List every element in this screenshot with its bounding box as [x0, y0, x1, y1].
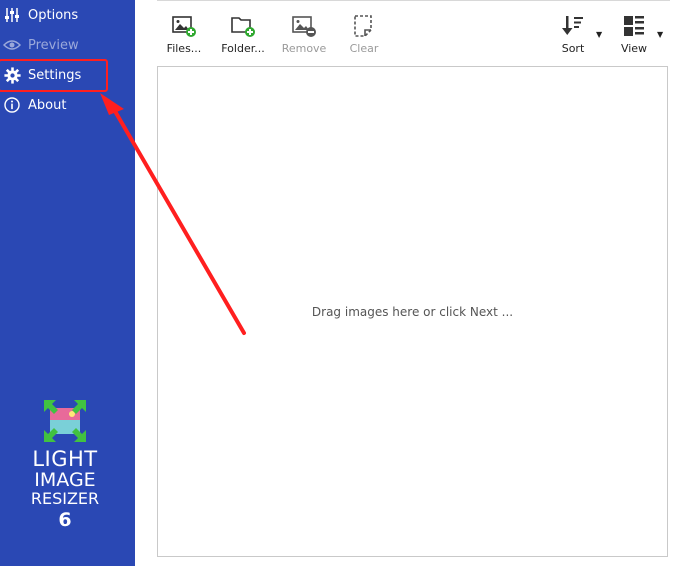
view-label: View [620, 42, 648, 55]
add-image-icon [171, 12, 197, 38]
sidebar-item-about[interactable]: About [0, 92, 135, 118]
folder-label: Folder... [221, 42, 265, 55]
view-dropdown-caret[interactable]: ▼ [657, 30, 663, 39]
view-list-icon [622, 12, 646, 38]
gear-icon [2, 65, 22, 85]
logo-text-image: IMAGE [34, 469, 96, 491]
resize-logo-icon [44, 400, 86, 442]
add-folder-icon [230, 12, 256, 38]
sidebar-item-preview[interactable]: Preview [0, 32, 135, 58]
sidebar: Options Preview Settings About LIGHT IMA… [0, 0, 135, 566]
sort-icon [561, 12, 585, 38]
sliders-icon [2, 5, 22, 25]
sidebar-item-label: Preview [28, 37, 79, 53]
sidebar-item-label: Settings [28, 67, 82, 83]
sidebar-item-options[interactable]: Options [0, 2, 135, 28]
files-label: Files... [166, 42, 202, 55]
app-logo: LIGHT IMAGE RESIZER 6 [0, 398, 130, 532]
info-icon [2, 95, 22, 115]
remove-image-icon [291, 12, 317, 38]
sort-label: Sort [561, 42, 585, 55]
clear-button[interactable]: Clear [346, 12, 382, 58]
sidebar-item-settings[interactable]: Settings [0, 62, 135, 88]
sidebar-item-label: About [28, 97, 67, 113]
clear-icon [353, 12, 375, 38]
eye-icon [2, 35, 22, 55]
logo-text-resizer: RESIZER [30, 489, 100, 508]
sort-dropdown-caret[interactable]: ▼ [596, 30, 602, 39]
logo-text-version: 6 [58, 509, 72, 531]
add-folder-button[interactable]: Folder... [220, 12, 266, 58]
view-button[interactable]: View [620, 12, 648, 58]
add-files-button[interactable]: Files... [164, 12, 204, 58]
sidebar-item-label: Options [28, 7, 79, 23]
clear-label: Clear [349, 42, 379, 55]
remove-button[interactable]: Remove [282, 12, 326, 58]
image-drop-area[interactable]: Drag images here or click Next ... [157, 66, 668, 557]
drop-hint-text: Drag images here or click Next ... [311, 305, 514, 319]
sort-button[interactable]: Sort [558, 12, 588, 58]
remove-label: Remove [281, 42, 327, 55]
logo-text-light: LIGHT [32, 447, 98, 471]
toolbar-top-border [157, 0, 670, 1]
